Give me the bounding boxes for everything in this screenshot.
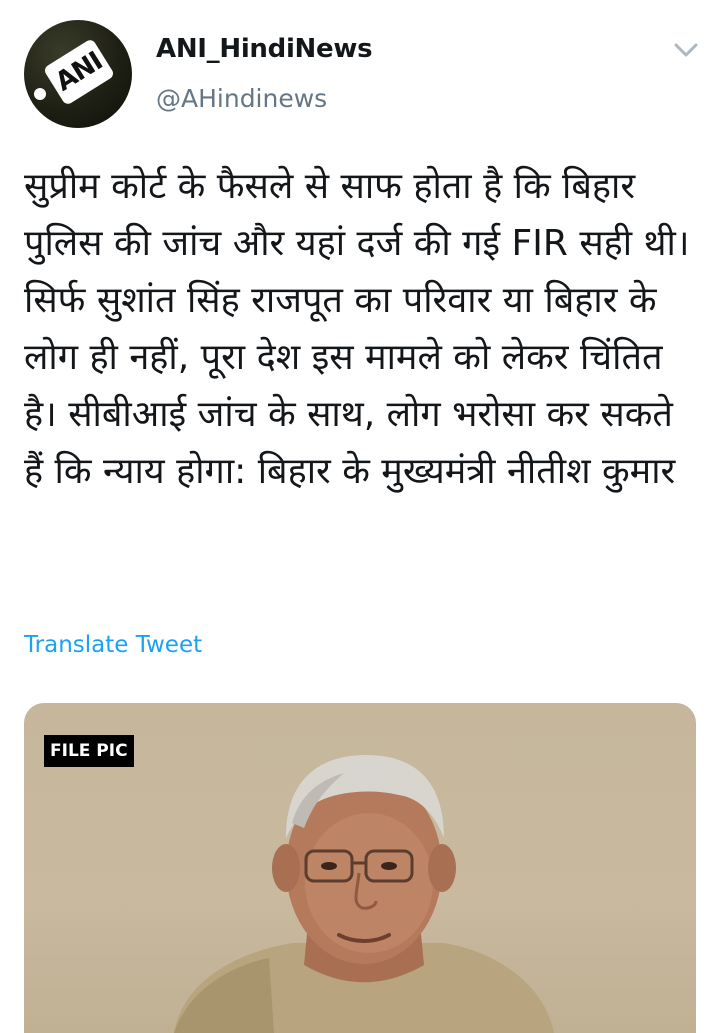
ani-logo: ANI	[42, 37, 116, 107]
translate-tweet-link[interactable]: Translate Tweet	[24, 632, 202, 658]
avatar-dot	[34, 88, 46, 100]
user-handle[interactable]: @AHindinews	[156, 84, 327, 113]
avatar[interactable]: ANI	[24, 20, 132, 128]
tweet-text: सुप्रीम कोर्ट के फैसले से साफ होता है कि…	[24, 166, 690, 492]
display-name[interactable]: ANI_HindiNews	[156, 34, 373, 64]
chevron-down-icon[interactable]	[670, 36, 702, 64]
ani-logo-text: ANI	[50, 46, 108, 98]
tweet-media[interactable]: FILE PIC	[24, 703, 696, 1033]
file-pic-badge: FILE PIC	[44, 735, 134, 767]
